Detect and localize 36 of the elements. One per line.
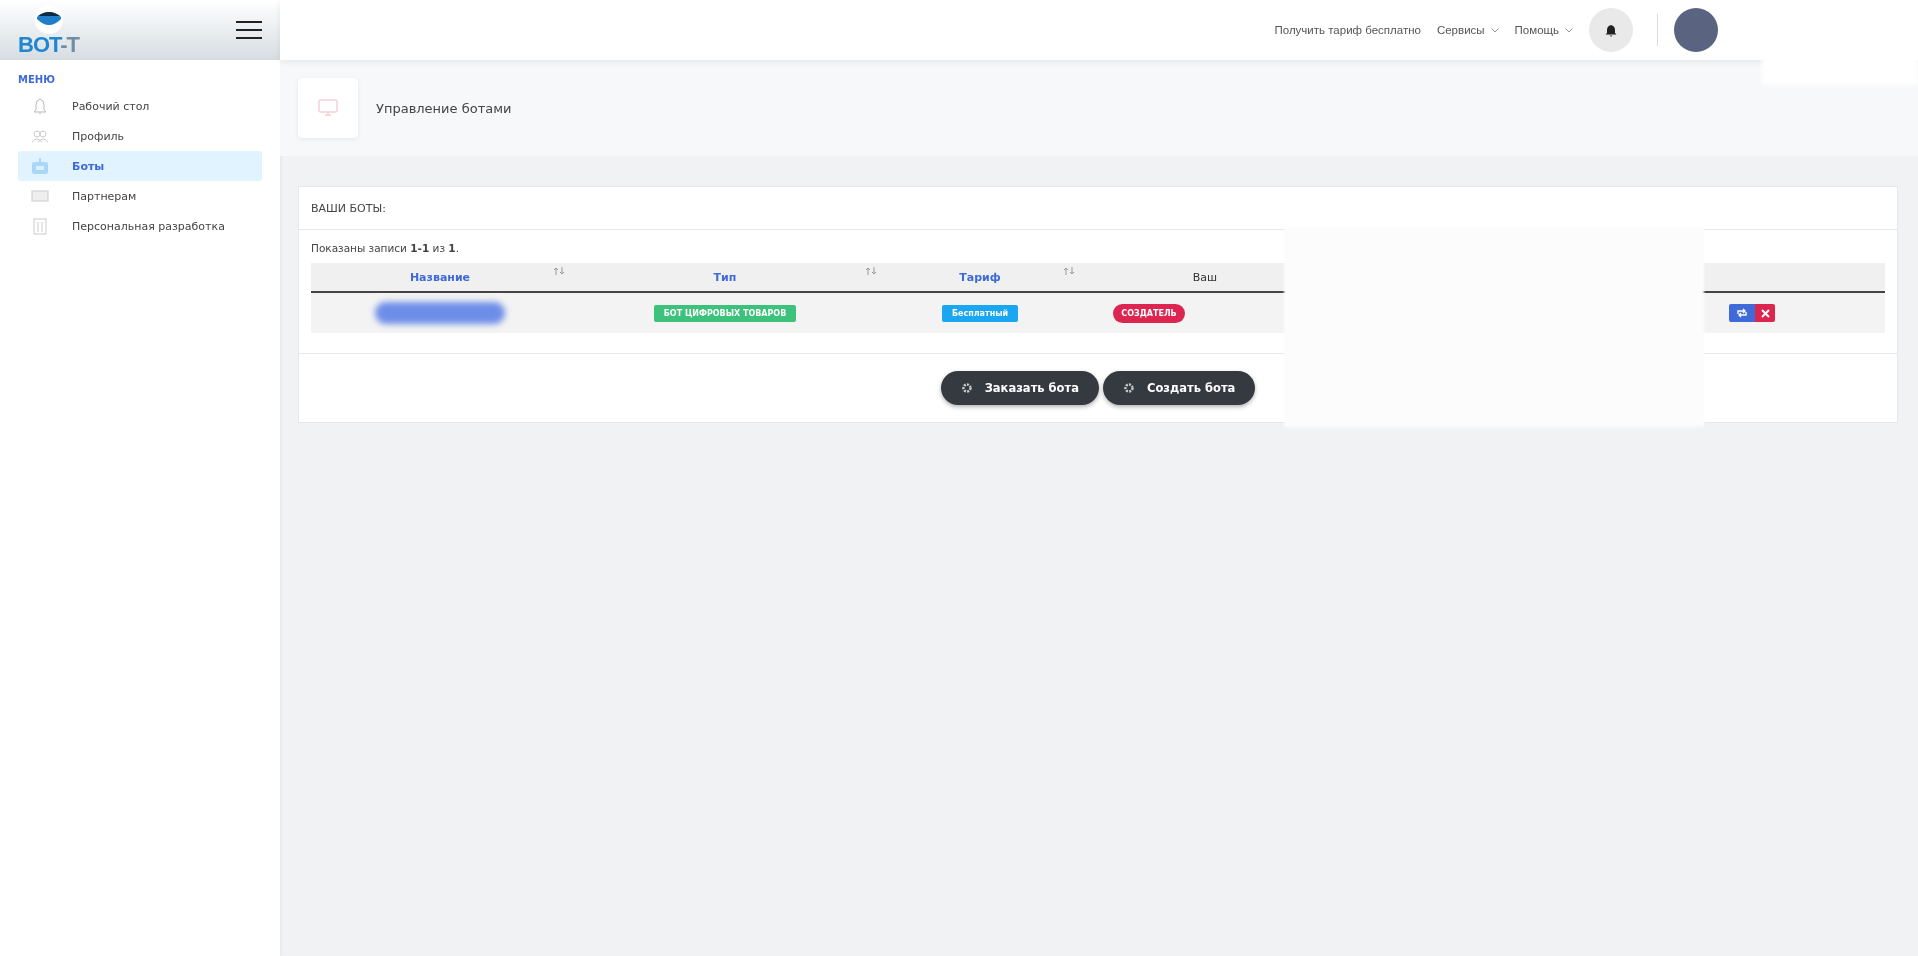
logo-text: BOT-T bbox=[18, 35, 79, 55]
delete-button[interactable] bbox=[1755, 304, 1775, 322]
menu-icon[interactable] bbox=[236, 21, 262, 39]
sidebar-item[interactable]: Профиль bbox=[18, 121, 262, 151]
page-title: Управление ботами bbox=[376, 100, 512, 116]
card-icon bbox=[30, 187, 50, 205]
nav-link[interactable]: Сервисы bbox=[1436, 24, 1499, 36]
nav-link[interactable]: Помощь bbox=[1514, 24, 1573, 36]
column-header[interactable]: Ваш bbox=[1079, 263, 1219, 291]
tag: БОТ ЦИФРОВЫХ ТОВАРОВ bbox=[653, 304, 797, 322]
sidebar-item[interactable]: Боты bbox=[18, 151, 262, 181]
monitor-icon bbox=[318, 99, 338, 117]
column-header[interactable]: Тариф bbox=[881, 263, 1079, 291]
close-icon bbox=[1760, 308, 1770, 318]
sidebar-item[interactable]: Персональная разработка bbox=[18, 211, 262, 241]
users-icon bbox=[30, 127, 50, 145]
menu-heading: МЕНЮ bbox=[17, 73, 56, 87]
notification-button[interactable] bbox=[1589, 8, 1633, 52]
tag: Бесплатный bbox=[941, 304, 1019, 322]
gear-icon bbox=[960, 382, 973, 394]
column-header[interactable]: Тип bbox=[569, 263, 881, 291]
action-button[interactable]: Создать бота bbox=[1102, 371, 1256, 405]
action-button[interactable]: Заказать бота bbox=[940, 371, 1099, 405]
role-badge: СОЗДАТЕЛЬ bbox=[1113, 303, 1185, 323]
bell-icon bbox=[1605, 23, 1617, 37]
avatar[interactable] bbox=[1674, 8, 1718, 52]
robot-icon bbox=[30, 157, 50, 175]
gear-icon bbox=[1122, 382, 1135, 394]
column-header[interactable]: Название bbox=[311, 263, 569, 291]
records-summary: Показаны записи 1-1 из 1. bbox=[311, 242, 460, 254]
building-icon bbox=[30, 217, 50, 235]
sidebar-item[interactable]: Рабочий стол bbox=[18, 91, 262, 121]
sidebar-item[interactable]: Партнерам bbox=[18, 181, 262, 211]
nav-link[interactable]: Получить тариф бесплатно bbox=[1274, 24, 1421, 36]
refresh-button[interactable] bbox=[1729, 304, 1755, 322]
refresh-icon bbox=[1736, 308, 1748, 318]
